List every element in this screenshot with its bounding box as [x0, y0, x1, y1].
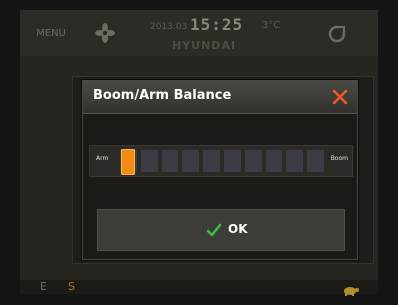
slider-handle[interactable]	[121, 149, 135, 175]
slider-segment	[203, 150, 220, 172]
slider-segment	[161, 150, 179, 172]
slider-segment	[182, 150, 200, 172]
turtle-icon[interactable]	[342, 281, 360, 296]
fan-icon[interactable]	[94, 22, 116, 44]
boom-arm-balance-dialog: Boom/Arm Balance Arm Boom OK	[82, 80, 358, 260]
temperature-text: 3°C	[262, 20, 281, 31]
close-icon[interactable]	[331, 88, 349, 106]
menu-button[interactable]: MENU	[34, 24, 68, 44]
clock-area: 2013.03 15:25 3°C HYUNDAI	[150, 14, 290, 52]
slider-segment	[286, 150, 304, 172]
check-icon	[206, 222, 222, 238]
mode-label[interactable]: E	[40, 280, 47, 294]
slider-segment	[307, 150, 324, 172]
slider-track[interactable]	[120, 150, 324, 172]
brand-logo: HYUNDAI	[172, 39, 237, 52]
slider-segment	[140, 150, 158, 172]
ok-label: OK	[228, 222, 248, 236]
slider-segment	[265, 150, 283, 172]
boom-label: Boom	[330, 155, 348, 162]
arm-label: Arm	[96, 155, 109, 162]
dialog-title: Boom/Arm Balance	[93, 88, 232, 103]
speed-label[interactable]: S	[68, 280, 75, 294]
balance-slider[interactable]: Arm Boom	[89, 145, 353, 177]
dialog-header: Boom/Arm Balance	[83, 81, 357, 114]
status-bar: MENU 2013.03 15:25 3°C HYUNDAI	[20, 10, 378, 56]
slider-segment	[244, 150, 262, 172]
ok-button[interactable]: OK	[97, 209, 345, 251]
bottom-bar: E S	[20, 280, 378, 296]
date-text: 2013.03	[150, 22, 188, 32]
engine-icon[interactable]	[326, 23, 348, 45]
slider-segment	[223, 150, 241, 172]
time-text: 15:25	[190, 15, 244, 34]
